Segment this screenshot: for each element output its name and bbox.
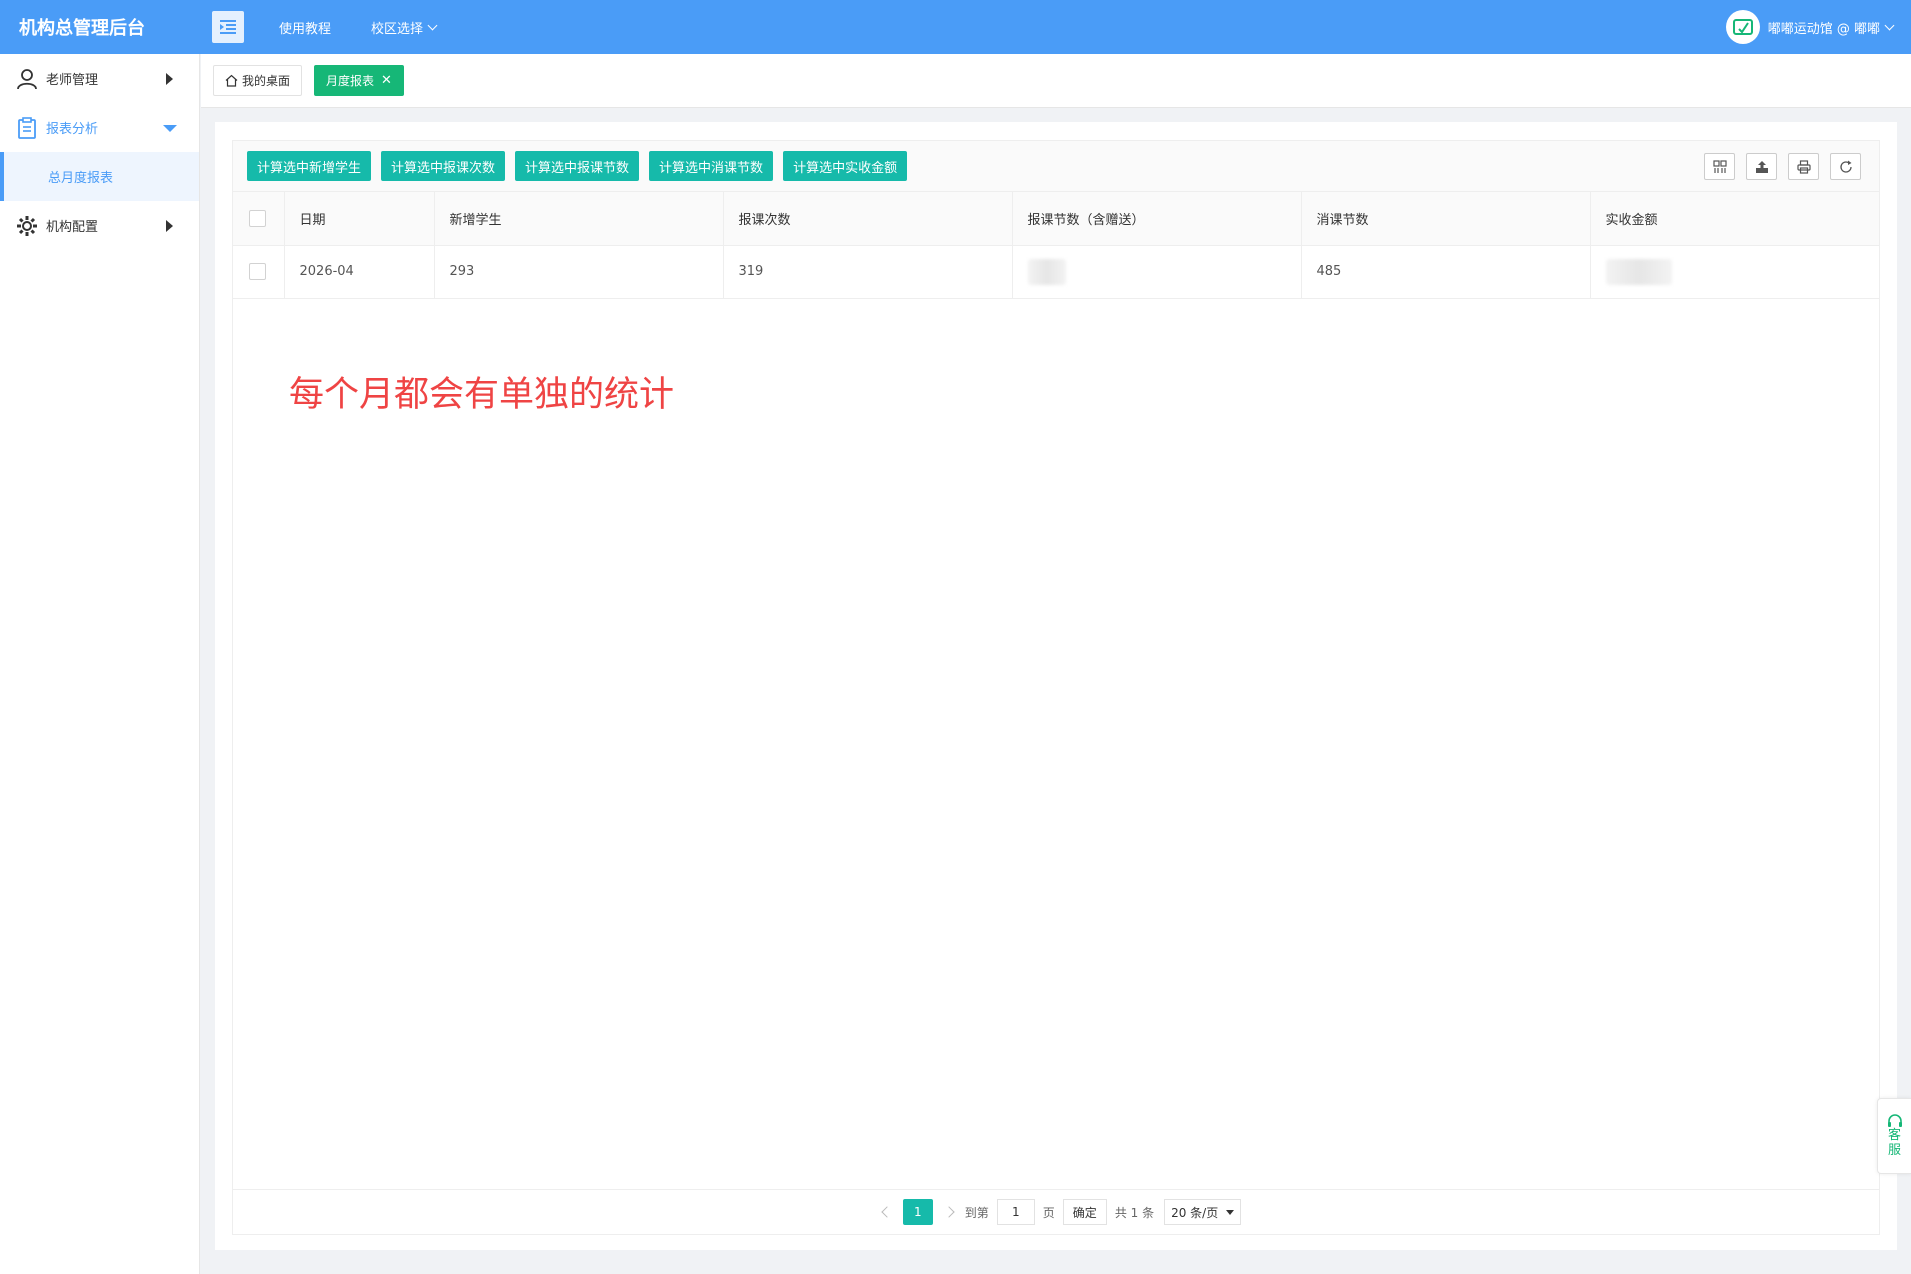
gear-icon <box>15 214 39 238</box>
table-toolbar: 计算选中新增学生 计算选中报课次数 计算选中报课节数 计算选中消课节数 计算选中… <box>233 141 1879 192</box>
nav-tutorial[interactable]: 使用教程 <box>279 18 331 37</box>
menu-fold-icon <box>220 20 236 34</box>
user-menu[interactable]: 嘟嘟运动馆 @ 嘟嘟 <box>1725 10 1895 44</box>
columns-filter-button[interactable] <box>1704 153 1735 180</box>
headset-icon <box>1887 1114 1902 1127</box>
columns-icon <box>1712 159 1727 173</box>
table-row: 2026-04 293 319 485 <box>233 245 1879 299</box>
pagination: 1 到第 1 页 确定 共 1 条 20 条/页 <box>233 1189 1879 1234</box>
tab-desktop[interactable]: 我的桌面 <box>213 65 303 96</box>
calc-new-students-button[interactable]: 计算选中新增学生 <box>247 151 372 181</box>
cell-enroll-times: 319 <box>723 245 1013 299</box>
goto-page-input[interactable]: 1 <box>996 1199 1035 1225</box>
page-size-select[interactable]: 20 条/页 <box>1164 1199 1242 1225</box>
goto-confirm-button[interactable]: 确定 <box>1062 1199 1107 1225</box>
sidebar-item-report[interactable]: 报表分析 <box>0 103 199 152</box>
nav-campus-label: 校区选择 <box>371 21 424 37</box>
avatar <box>1725 10 1760 44</box>
tab-monthly-report[interactable]: 月度报表 ✕ <box>314 65 404 96</box>
column-header: 日期 <box>284 192 435 246</box>
page-unit-label: 页 <box>1042 1205 1055 1220</box>
brand-title: 机构总管理后台 <box>19 18 145 39</box>
page-size-value: 20 条/页 <box>1171 1205 1219 1220</box>
monthly-report-table: 日期 新增学生 报课次数 报课节数（含赠送） 消课节数 实收金额 2026-04… <box>233 192 1879 299</box>
tab-label: 月度报表 <box>326 74 375 88</box>
tab-bar: 我的桌面 月度报表 ✕ <box>201 54 1911 108</box>
cell-amount <box>1590 245 1879 299</box>
calc-amount-button[interactable]: 计算选中实收金额 <box>783 151 908 181</box>
customer-service-button[interactable]: 客服 <box>1877 1098 1911 1174</box>
cell-date: 2026-04 <box>284 245 435 299</box>
column-header: 新增学生 <box>434 192 724 246</box>
cell-new-students: 293 <box>434 245 724 299</box>
refresh-button[interactable] <box>1830 153 1861 180</box>
calc-consumed-lessons-button[interactable]: 计算选中消课节数 <box>649 151 774 181</box>
cell-consumed-lessons: 485 <box>1301 245 1591 299</box>
column-header: 报课节数（含赠送） <box>1012 192 1302 246</box>
book-leaf-icon <box>1732 19 1753 35</box>
home-icon <box>225 74 238 87</box>
sidebar-item-label: 老师管理 <box>46 73 99 88</box>
caret-down-icon <box>163 125 177 132</box>
data-table-container: 计算选中新增学生 计算选中报课次数 计算选中报课节数 计算选中消课节数 计算选中… <box>232 140 1880 1235</box>
calc-enroll-lessons-button[interactable]: 计算选中报课节数 <box>515 151 640 181</box>
top-header: 机构总管理后台 使用教程 校区选择 嘟嘟运动馆 @ 嘟嘟 <box>0 0 1911 54</box>
export-button[interactable] <box>1746 153 1777 180</box>
prev-page-icon[interactable] <box>881 1206 893 1218</box>
tab-label: 我的桌面 <box>242 74 291 88</box>
nav-campus-select[interactable]: 校区选择 <box>371 18 438 37</box>
dropdown-icon <box>1226 1209 1235 1215</box>
sidebar-item-config[interactable]: 机构配置 <box>0 201 199 250</box>
close-icon[interactable]: ✕ <box>381 73 392 88</box>
refresh-icon <box>1839 160 1852 173</box>
chevron-down-icon <box>1884 20 1895 30</box>
column-header: 实收金额 <box>1590 192 1879 246</box>
goto-label: 到第 <box>964 1205 989 1220</box>
table-tools <box>1693 153 1861 180</box>
cell-enroll-lessons <box>1012 245 1302 299</box>
menu-toggle-button[interactable] <box>212 11 244 43</box>
print-button[interactable] <box>1788 153 1819 180</box>
row-select-cell <box>233 245 285 299</box>
caret-right-icon <box>166 220 173 232</box>
column-header: 消课节数 <box>1301 192 1591 246</box>
row-checkbox[interactable] <box>249 263 266 280</box>
export-icon <box>1755 160 1768 173</box>
annotation-text: 每个月都会有单独的统计 <box>289 375 675 415</box>
customer-service-label: 客服 <box>1887 1128 1901 1158</box>
clipboard-icon <box>15 116 39 140</box>
sidebar-item-monthly-report[interactable]: 总月度报表 <box>0 152 199 201</box>
content-panel: 计算选中新增学生 计算选中报课次数 计算选中报课节数 计算选中消课节数 计算选中… <box>215 122 1897 1250</box>
next-page-icon[interactable] <box>943 1206 955 1218</box>
chevron-down-icon <box>427 20 438 30</box>
select-all-cell <box>233 192 285 246</box>
calc-enroll-times-button[interactable]: 计算选中报课次数 <box>381 151 506 181</box>
total-count: 共 1 条 <box>1114 1205 1155 1220</box>
user-name: 嘟嘟运动馆 @ 嘟嘟 <box>1767 21 1880 37</box>
caret-right-icon <box>166 73 173 85</box>
sidebar-item-label: 报表分析 <box>46 122 99 137</box>
blurred-value <box>1605 258 1672 285</box>
user-icon <box>15 67 39 91</box>
sidebar: 老师管理 报表分析 总月度报表 机构配置 <box>0 54 200 1274</box>
sidebar-item-teacher[interactable]: 老师管理 <box>0 54 199 103</box>
print-icon <box>1796 159 1811 174</box>
current-page[interactable]: 1 <box>902 1199 933 1225</box>
table-header-row: 日期 新增学生 报课次数 报课节数（含赠送） 消课节数 实收金额 <box>233 192 1879 246</box>
column-header: 报课次数 <box>723 192 1013 246</box>
select-all-checkbox[interactable] <box>249 209 266 227</box>
blurred-value <box>1027 258 1066 285</box>
sidebar-item-label: 机构配置 <box>46 220 99 235</box>
